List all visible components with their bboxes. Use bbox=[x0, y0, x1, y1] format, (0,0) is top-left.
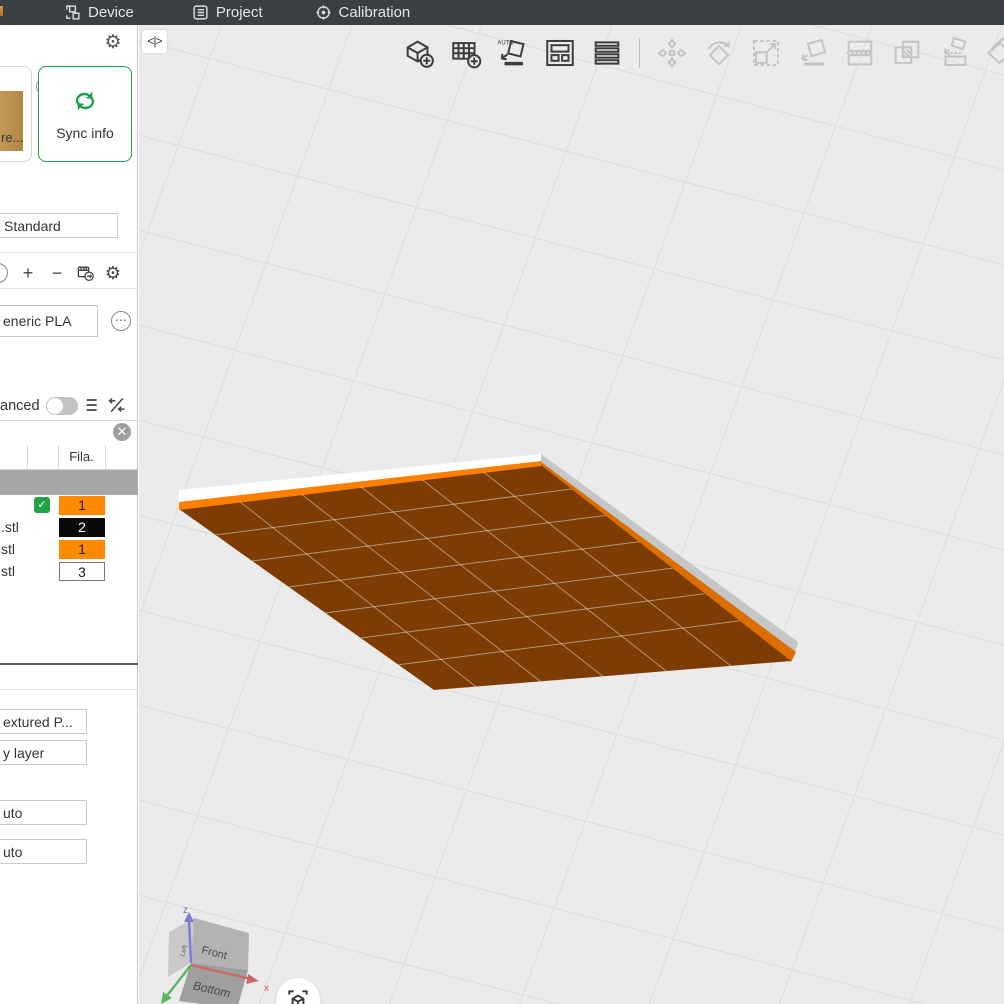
add-filament-icon[interactable]: + bbox=[17, 262, 39, 284]
filament-cell[interactable]: 1 bbox=[59, 496, 105, 515]
project-icon bbox=[192, 4, 209, 21]
support-paint-icon[interactable] bbox=[936, 35, 972, 71]
move-icon[interactable] bbox=[654, 35, 690, 71]
viewport-toolbar: AUTO bbox=[401, 35, 1004, 71]
tab-device-label: Device bbox=[88, 4, 134, 21]
scene-canvas: Front Bottom Left z x bbox=[139, 25, 1004, 1004]
sync-icon bbox=[70, 88, 100, 117]
tab-project-label: Project bbox=[216, 4, 263, 21]
rotate-icon[interactable] bbox=[701, 35, 737, 71]
calibration-icon bbox=[315, 4, 332, 21]
auto-select-2[interactable]: uto bbox=[0, 839, 87, 864]
selected-plate-row[interactable] bbox=[0, 470, 138, 495]
divider bbox=[0, 252, 138, 253]
tab-calibration[interactable]: Calibration bbox=[315, 4, 411, 21]
table-row[interactable]: stl 3 bbox=[0, 561, 138, 583]
cut-icon[interactable] bbox=[842, 35, 878, 71]
arrange-icon[interactable] bbox=[542, 35, 578, 71]
auto-value-1: uto bbox=[3, 805, 22, 821]
objects-table: Fila. ✓ 1 .stl 2 stl 1 stl 3 bbox=[0, 445, 138, 583]
advanced-row: anced bbox=[0, 393, 138, 421]
mesh-boolean-icon[interactable] bbox=[889, 35, 925, 71]
remove-filament-icon[interactable]: − bbox=[46, 262, 68, 284]
auto-select-1[interactable]: uto bbox=[0, 800, 87, 825]
tab-device[interactable]: Device bbox=[64, 4, 134, 21]
lay-on-face-icon[interactable] bbox=[795, 35, 831, 71]
settings-sidebar: ⚙ re... i Sync info Standard + − ⚙ eneri… bbox=[0, 25, 138, 1004]
toolbar-separator bbox=[639, 38, 640, 68]
svg-text:x: x bbox=[264, 983, 269, 994]
tab-calibration-label: Calibration bbox=[339, 4, 411, 21]
filament-select[interactable]: eneric PLA bbox=[0, 305, 98, 337]
object-list-icon[interactable] bbox=[80, 395, 102, 417]
table-header: Fila. bbox=[0, 445, 138, 470]
split-to-objects-icon[interactable] bbox=[589, 35, 625, 71]
divider bbox=[0, 689, 138, 690]
printer-name: re... bbox=[1, 130, 35, 145]
filament-cell[interactable]: 3 bbox=[59, 562, 105, 581]
table-row[interactable]: ✓ 1 bbox=[0, 495, 138, 517]
print-sequence-value: y layer bbox=[3, 745, 44, 761]
top-tab-bar: Device Project Calibration bbox=[0, 0, 1004, 25]
model-plate-object[interactable] bbox=[179, 454, 1004, 762]
ams-sync-icon[interactable] bbox=[74, 262, 96, 284]
auto-value-2: uto bbox=[3, 844, 22, 860]
tab-project[interactable]: Project bbox=[192, 4, 263, 21]
add-object-icon[interactable] bbox=[401, 35, 437, 71]
print-sequence-select[interactable]: y layer bbox=[0, 740, 87, 765]
sync-info-label: Sync info bbox=[56, 125, 114, 141]
table-row[interactable]: .stl 2 bbox=[0, 517, 138, 539]
device-icon bbox=[64, 4, 81, 21]
3d-viewport[interactable]: Front Bottom Left z x <|> bbox=[139, 25, 1004, 1004]
process-preset-select[interactable]: Standard bbox=[0, 213, 118, 238]
close-table-icon[interactable]: ✕ bbox=[113, 423, 131, 441]
process-preset-value: Standard bbox=[4, 218, 61, 234]
sync-info-button[interactable]: Sync info bbox=[38, 66, 132, 162]
table-row[interactable]: stl 1 bbox=[0, 539, 138, 561]
filament-cell[interactable]: 2 bbox=[59, 518, 105, 537]
check-icon[interactable]: ✓ bbox=[34, 497, 50, 513]
filament-cell[interactable]: 1 bbox=[59, 540, 105, 559]
advanced-toggle[interactable] bbox=[46, 397, 78, 415]
advanced-label: anced bbox=[0, 398, 40, 414]
collapse-params-icon[interactable] bbox=[107, 395, 129, 417]
navigation-cube[interactable]: Front Bottom Left z x bbox=[161, 905, 269, 1004]
filament-column-header: Fila. bbox=[58, 449, 105, 464]
printer-settings-gear-icon[interactable]: ⚙ bbox=[102, 32, 124, 54]
view-cube-icon bbox=[285, 987, 311, 1004]
filament-settings-gear-icon[interactable]: ⚙ bbox=[102, 262, 124, 284]
divider bbox=[0, 420, 138, 421]
filament-value: eneric PLA bbox=[3, 313, 71, 329]
scale-icon[interactable] bbox=[748, 35, 784, 71]
cropped-logo-sliver bbox=[0, 6, 3, 16]
auto-orient-icon[interactable]: AUTO bbox=[495, 35, 531, 71]
divider bbox=[0, 288, 138, 289]
sidebar-collapse-handle[interactable]: <|> bbox=[142, 30, 167, 53]
filament-toolbar: + − ⚙ bbox=[0, 260, 138, 287]
color-paint-icon[interactable] bbox=[983, 35, 1004, 71]
edit-filament-icon[interactable]: ⋯ bbox=[111, 311, 131, 331]
plate-type-value: extured P... bbox=[3, 714, 73, 730]
plate-type-select[interactable]: extured P... bbox=[0, 709, 87, 734]
svg-text:z: z bbox=[183, 905, 188, 916]
table-bottom-border bbox=[0, 663, 138, 665]
filament-index-icon[interactable] bbox=[0, 263, 8, 283]
add-plate-icon[interactable] bbox=[448, 35, 484, 71]
